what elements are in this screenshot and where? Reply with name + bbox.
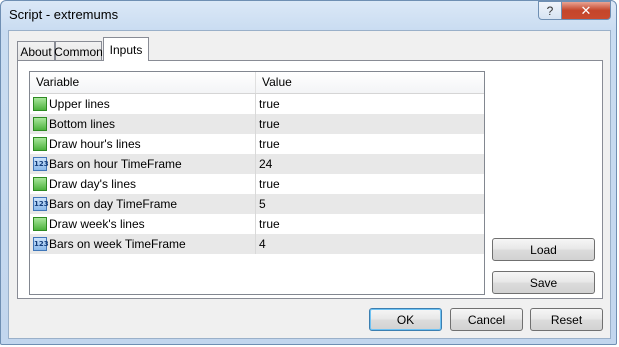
tab-inputs[interactable]: Inputs [103,37,149,61]
table-row[interactable]: Bottom lines true [30,114,484,134]
ok-button[interactable]: OK [369,308,442,331]
help-button[interactable]: ? [538,1,562,20]
close-button[interactable]: ✕ [561,1,611,20]
inputs-panel: Variable Value Upper lines true Bottom lin… [17,60,603,299]
table-row[interactable]: Draw week's lines true [30,214,484,234]
table-row[interactable]: 123 Bars on week TimeFrame 4 [30,234,484,254]
close-icon: ✕ [580,2,592,18]
dialog-client-area: About Common Inputs Variable Value Upper… [8,30,611,339]
column-header-variable[interactable]: Variable [30,72,256,93]
boolean-param-icon [33,97,47,111]
column-header-value[interactable]: Value [256,72,484,93]
value-cell[interactable]: true [256,94,484,114]
variable-cell[interactable]: 123 Bars on week TimeFrame [30,234,256,254]
save-button[interactable]: Save [492,271,595,294]
variable-name: Draw week's lines [49,217,145,231]
variable-name: Upper lines [49,97,110,111]
integer-param-icon: 123 [33,237,49,251]
variable-name: Draw hour's lines [49,137,141,151]
table-row[interactable]: 123 Bars on day TimeFrame 5 [30,194,484,214]
integer-param-icon: 123 [33,197,49,211]
tab-common[interactable]: Common [54,41,103,61]
variable-cell[interactable]: Draw hour's lines [30,134,256,154]
reset-button[interactable]: Reset [530,308,603,331]
variable-cell[interactable]: Upper lines [30,94,256,114]
variable-cell[interactable]: 123 Bars on hour TimeFrame [30,154,256,174]
boolean-param-icon [33,117,47,131]
grid-header: Variable Value [30,72,484,94]
dialog-window: Script - extremums ? ✕ About Common Inpu… [0,0,617,345]
variable-name: Bars on day TimeFrame [49,197,178,211]
variable-cell[interactable]: Draw week's lines [30,214,256,234]
value-cell[interactable]: 5 [256,194,484,214]
value-cell[interactable]: true [256,174,484,194]
integer-param-icon: 123 [33,157,49,171]
inputs-grid: Variable Value Upper lines true Bottom lin… [29,71,485,295]
tab-about[interactable]: About [17,41,55,61]
variable-name: Bars on week TimeFrame [49,237,186,251]
value-cell[interactable]: 4 [256,234,484,254]
variable-cell[interactable]: Draw day's lines [30,174,256,194]
value-cell[interactable]: 24 [256,154,484,174]
table-row[interactable]: Draw day's lines true [30,174,484,194]
table-row[interactable]: 123 Bars on hour TimeFrame 24 [30,154,484,174]
boolean-param-icon [33,217,47,231]
table-row[interactable]: Draw hour's lines true [30,134,484,154]
value-cell[interactable]: true [256,134,484,154]
variable-name: Bars on hour TimeFrame [49,157,182,171]
boolean-param-icon [33,137,47,151]
table-row[interactable]: Upper lines true [30,94,484,114]
variable-name: Draw day's lines [49,177,136,191]
variable-cell[interactable]: 123 Bars on day TimeFrame [30,194,256,214]
load-button[interactable]: Load [492,238,595,261]
value-cell[interactable]: true [256,214,484,234]
value-cell[interactable]: true [256,114,484,134]
cancel-button[interactable]: Cancel [450,308,523,331]
variable-name: Bottom lines [49,117,116,131]
boolean-param-icon [33,177,47,191]
window-title: Script - extremums [9,7,119,22]
variable-cell[interactable]: Bottom lines [30,114,256,134]
